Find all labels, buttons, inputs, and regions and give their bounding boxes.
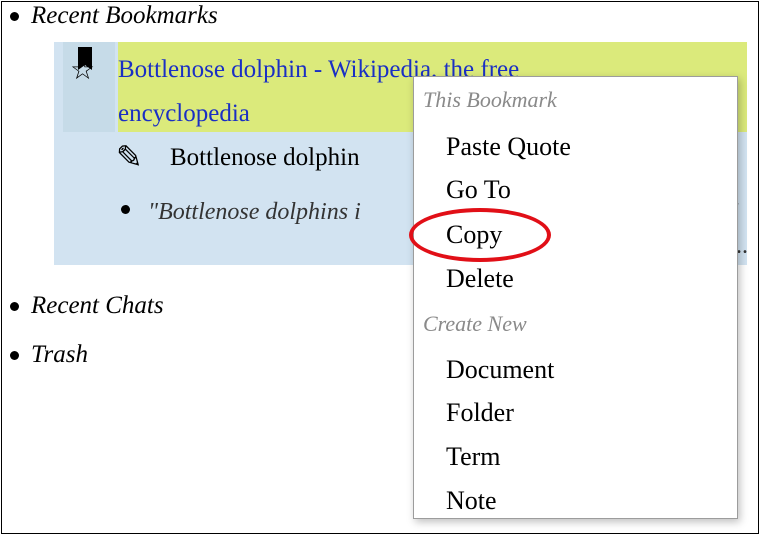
menu-section-create-new: Create New: [423, 311, 527, 336]
tree-item-label: Trash: [31, 341, 88, 368]
tree-item-recent-chats[interactable]: Recent Chats: [10, 292, 164, 320]
bookmark-document-title[interactable]: Bottlenose dolphin: [170, 140, 360, 176]
menu-item-folder[interactable]: Folder: [446, 397, 514, 429]
menu-item-document[interactable]: Document: [446, 354, 554, 386]
context-menu: This Bookmark Paste Quote Go To Copy Del…: [413, 76, 738, 519]
copy-highlight-annotation: [409, 208, 551, 262]
menu-item-go-to[interactable]: Go To: [446, 174, 511, 206]
menu-item-note[interactable]: Note: [446, 485, 497, 517]
bookmark-quote[interactable]: "Bottlenose dolphins i: [148, 195, 361, 229]
menu-item-delete[interactable]: Delete: [446, 263, 514, 295]
tree-item-trash[interactable]: Trash: [10, 341, 88, 369]
bullet-icon: [10, 301, 19, 311]
bullet-icon: [10, 11, 19, 21]
menu-section-this-bookmark: This Bookmark: [423, 87, 557, 112]
star-icon[interactable]: ☆: [70, 56, 95, 84]
menu-item-paste-quote[interactable]: Paste Quote: [446, 131, 571, 163]
menu-item-term[interactable]: Term: [446, 441, 501, 473]
pencil-icon[interactable]: ✎: [116, 138, 143, 176]
quote-bullet-icon: [121, 205, 130, 214]
tree-item-label: Recent Chats: [31, 292, 164, 319]
bullet-icon: [10, 350, 19, 360]
tree-item-label: Recent Bookmarks: [31, 2, 218, 29]
tree-item-recent-bookmarks[interactable]: Recent Bookmarks: [10, 2, 218, 30]
